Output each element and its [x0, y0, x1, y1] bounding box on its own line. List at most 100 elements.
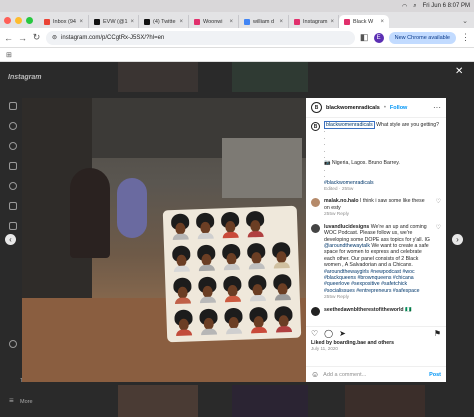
close-tab-icon[interactable]: ×: [279, 19, 283, 25]
close-tab-icon[interactable]: ×: [131, 19, 135, 25]
more-icon[interactable]: ≡: [9, 396, 17, 405]
back-icon[interactable]: ←: [4, 33, 13, 43]
bookmarks-bar: ⊞: [0, 48, 474, 62]
home-icon[interactable]: [9, 102, 17, 110]
close-tab-icon[interactable]: ×: [229, 19, 233, 25]
explore-icon[interactable]: [9, 142, 17, 150]
tab-title: (4) Twitte: [153, 18, 176, 25]
url-text: instagram.com/p/CCgtRx-J5SX/?hl=en: [61, 34, 165, 41]
browser-tab[interactable]: EVW (@1 ×: [89, 15, 139, 28]
post-comment-button[interactable]: Post: [429, 372, 441, 378]
add-comment-input[interactable]: Add a comment...: [323, 372, 366, 378]
like-heart-icon[interactable]: ♡: [311, 329, 318, 338]
tab-title: Inbox (94: [53, 18, 76, 25]
comment-text: restofitheworld 🇳🇬: [366, 306, 412, 313]
commenter-avatar[interactable]: [311, 223, 320, 233]
browser-tab[interactable]: william d ×: [239, 15, 289, 28]
hairstyle-illustration: [270, 241, 293, 269]
close-modal-icon[interactable]: ✕: [455, 66, 463, 77]
threads-icon[interactable]: [9, 340, 17, 348]
author-avatar[interactable]: B: [311, 102, 322, 113]
chrome-menu-icon[interactable]: ⋮: [461, 32, 470, 43]
comment-mention[interactable]: @aroundthewaytalk: [324, 243, 370, 249]
like-comment-heart-icon[interactable]: ♡: [436, 198, 441, 218]
messages-icon[interactable]: [9, 182, 17, 190]
like-comment-heart-icon[interactable]: ♡: [436, 224, 441, 302]
browser-tab[interactable]: Woonwi ×: [189, 15, 239, 28]
create-icon[interactable]: [9, 222, 17, 230]
window-controls: [4, 12, 39, 28]
hairstyle-illustration: [221, 275, 244, 303]
apps-grid-icon[interactable]: ⊞: [6, 51, 12, 59]
author-username[interactable]: blackwomenradicals: [326, 105, 380, 111]
reload-icon[interactable]: ↻: [32, 32, 41, 43]
tab-favicon-icon: [244, 18, 250, 25]
caption-username[interactable]: blackwomenradicals: [324, 121, 375, 129]
more-label[interactable]: More: [20, 399, 33, 405]
new-chrome-available-button[interactable]: New Chrome available: [388, 31, 456, 44]
tab-favicon-icon: [44, 18, 50, 25]
share-send-icon[interactable]: ➤: [339, 329, 346, 338]
comment-bubble-icon[interactable]: ◯: [324, 329, 333, 338]
emoji-icon[interactable]: ☺: [311, 370, 319, 379]
profile-avatar[interactable]: E: [373, 32, 384, 43]
close-tab-icon[interactable]: ×: [330, 19, 334, 25]
caption-hashtag[interactable]: #blackwomenradicals: [324, 180, 441, 186]
comment-item: malak.no.halo I think i saw some like th…: [311, 198, 441, 218]
caption: B blackwomenradicals What style are you …: [311, 121, 441, 193]
comment-item: seethedawnbltherestofitheworld 🇳🇬: [311, 306, 441, 316]
hairstyle-illustration: [195, 244, 218, 272]
search-icon[interactable]: ⌕: [413, 3, 416, 10]
browser-tab[interactable]: (4) Twitte ×: [139, 15, 189, 28]
save-bookmark-icon[interactable]: ⚑: [434, 329, 441, 338]
forward-icon[interactable]: →: [18, 33, 27, 43]
close-tab-icon[interactable]: ×: [380, 19, 384, 25]
browser-tab[interactable]: Black W ×: [339, 15, 389, 28]
more-options-icon[interactable]: ···: [433, 103, 441, 112]
tab-favicon-icon: [144, 18, 150, 25]
tab-title: william d: [253, 18, 275, 25]
browser-tab[interactable]: Instagram ×: [289, 15, 339, 28]
post-header: B blackwomenradicals • Follow ···: [306, 98, 446, 118]
image-building: [222, 138, 302, 198]
commenter-username[interactable]: luvandlucidesigns: [324, 224, 369, 230]
hairstyle-illustration: [169, 213, 192, 241]
search-icon[interactable]: [9, 122, 17, 130]
tab-favicon-icon: [94, 18, 100, 25]
maximize-window-button[interactable]: [26, 16, 33, 24]
url-bar[interactable]: ⊜ instagram.com/p/CCgtRx-J5SX/?hl=en: [46, 30, 355, 45]
caption-avatar[interactable]: B: [311, 122, 320, 131]
commenter-avatar[interactable]: [311, 198, 320, 208]
commenter-username[interactable]: malak.no.halo: [324, 198, 359, 204]
commenter-username[interactable]: seethedawnblthe: [324, 307, 366, 313]
clock[interactable]: Fri Jun 6 8:07 PM: [423, 3, 470, 9]
comment-hashtags[interactable]: #aroundthewaygirls #newpodcast #woc #bla…: [324, 269, 419, 294]
minimize-window-button[interactable]: [15, 16, 22, 24]
hairstyle-illustration: [244, 210, 267, 238]
previous-post-chevron-icon[interactable]: ‹: [5, 234, 16, 245]
extensions-icon[interactable]: ◧: [360, 32, 369, 43]
browser-tab[interactable]: Inbox (94 ×: [39, 15, 89, 28]
browser-tab-bar: Inbox (94 × EVW (@1 × (4) Twitte × Woonwi × will…: [0, 12, 474, 28]
tab-search-chevron-icon[interactable]: ⌄: [462, 17, 468, 25]
close-window-button[interactable]: [4, 16, 11, 24]
wifi-icon[interactable]: ◠: [402, 3, 407, 10]
comment-meta[interactable]: 255w Reply: [324, 295, 432, 301]
image-person-seated: [70, 168, 110, 258]
close-tab-icon[interactable]: ×: [79, 19, 83, 25]
background-post-thumb: [232, 385, 308, 417]
comment-meta[interactable]: 255w Reply: [324, 212, 432, 218]
close-tab-icon[interactable]: ×: [179, 19, 183, 25]
reels-icon[interactable]: [9, 162, 17, 170]
hairstyle-chart-board: [162, 205, 302, 343]
hairstyle-illustration: [194, 212, 217, 240]
next-post-chevron-icon[interactable]: ›: [452, 234, 463, 245]
comments-list[interactable]: B blackwomenradicals What style are you …: [306, 118, 446, 326]
tab-favicon-icon: [294, 18, 300, 25]
instagram-logo[interactable]: Instagram: [8, 74, 41, 81]
site-info-icon[interactable]: ⊜: [52, 34, 57, 41]
hairstyle-illustration: [171, 277, 194, 305]
commenter-avatar[interactable]: [311, 306, 320, 316]
follow-button[interactable]: Follow: [390, 105, 407, 111]
notifications-icon[interactable]: [9, 202, 17, 210]
